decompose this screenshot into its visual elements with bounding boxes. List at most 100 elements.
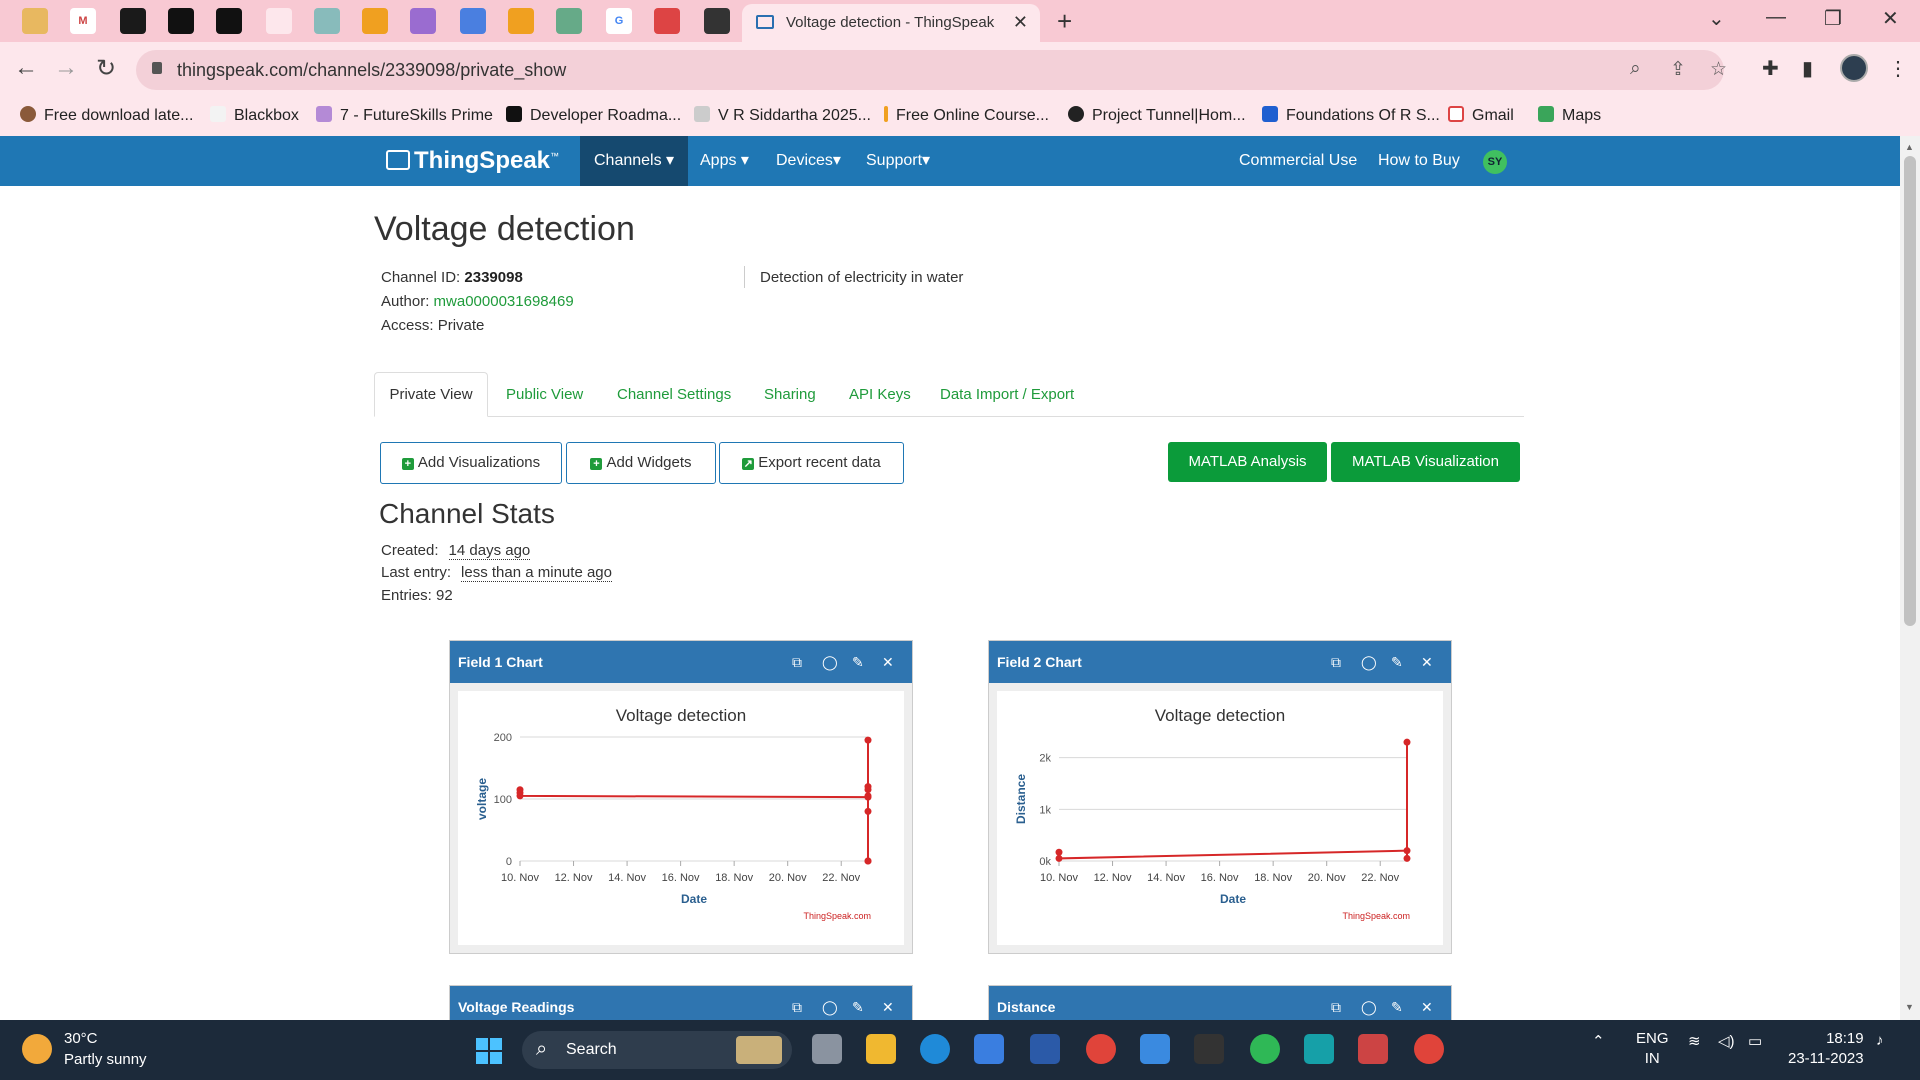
comment-icon[interactable]: ◯ xyxy=(822,641,838,683)
pinned-tab-icon[interactable] xyxy=(168,8,194,34)
nav-commercial-use[interactable]: Commercial Use xyxy=(1239,152,1357,170)
bookmark-item[interactable]: V R Siddartha 2025... xyxy=(694,106,871,125)
nav-channels[interactable]: Channels ▾ xyxy=(580,136,689,186)
volume-icon[interactable]: ◁) xyxy=(1718,1032,1735,1050)
pinned-tab-icon[interactable] xyxy=(266,8,292,34)
battery-icon[interactable]: ▭ xyxy=(1748,1032,1762,1050)
scrollbar-thumb[interactable] xyxy=(1904,156,1916,626)
tab-search-chevron-icon[interactable]: ⌄ xyxy=(1708,6,1725,31)
matlab-analysis-button[interactable]: MATLAB Analysis xyxy=(1168,442,1327,482)
bookmark-item[interactable]: Project Tunnel|Hom... xyxy=(1068,106,1246,125)
tray-chevron-icon[interactable]: ⌃ xyxy=(1592,1032,1605,1050)
tab-private-view[interactable]: Private View xyxy=(374,372,488,417)
close-window-button[interactable]: ✕ xyxy=(1882,6,1899,31)
minimize-button[interactable]: — xyxy=(1766,6,1786,29)
store-icon[interactable] xyxy=(974,1034,1004,1064)
nav-devices[interactable]: Devices▾ xyxy=(762,136,855,186)
pinned-tab-icon[interactable] xyxy=(216,8,242,34)
file-explorer-icon[interactable] xyxy=(866,1034,896,1064)
nav-how-to-buy[interactable]: How to Buy xyxy=(1378,152,1460,170)
comment-icon[interactable]: ◯ xyxy=(1361,641,1377,683)
bookmark-item[interactable]: Free Online Course... xyxy=(884,106,1049,125)
open-external-icon[interactable]: ⧉ xyxy=(1331,641,1341,683)
tab-channel-settings[interactable]: Channel Settings xyxy=(617,386,731,403)
share-icon[interactable]: ⇪ xyxy=(1670,58,1686,81)
bookmark-item[interactable]: Maps xyxy=(1538,106,1601,125)
tab-data-import-export[interactable]: Data Import / Export xyxy=(940,386,1074,403)
notepad-icon[interactable] xyxy=(1140,1034,1170,1064)
weather-sun-icon[interactable] xyxy=(22,1034,52,1064)
pinned-tab-icon[interactable] xyxy=(410,8,436,34)
nav-support[interactable]: Support▾ xyxy=(852,136,944,186)
new-tab-button[interactable]: + xyxy=(1057,6,1072,37)
pinned-tab-icon[interactable] xyxy=(120,8,146,34)
matlab-visualization-button[interactable]: MATLAB Visualization xyxy=(1331,442,1520,482)
pinned-tab-icon[interactable] xyxy=(362,8,388,34)
url-text[interactable]: thingspeak.com/channels/2339098/private_… xyxy=(177,60,566,81)
chrome-icon[interactable] xyxy=(1414,1034,1444,1064)
pinned-tab-icon[interactable] xyxy=(22,8,48,34)
nav-apps[interactable]: Apps ▾ xyxy=(686,136,763,186)
weather-description[interactable]: Partly sunny xyxy=(64,1051,147,1068)
bookmark-item[interactable]: Gmail xyxy=(1448,106,1514,125)
scroll-up-icon[interactable]: ▲ xyxy=(1905,142,1914,152)
export-recent-data-button[interactable]: ↗ Export recent data xyxy=(719,442,904,484)
terminal-icon[interactable] xyxy=(1194,1034,1224,1064)
clock[interactable]: 18:19 23-11-2023 xyxy=(1788,1029,1864,1069)
docs-tab-icon[interactable] xyxy=(460,8,486,34)
edit-pencil-icon[interactable]: ✎ xyxy=(1391,641,1403,683)
close-tab-icon[interactable]: ✕ xyxy=(1013,12,1028,33)
weather-temperature[interactable]: 30°C xyxy=(64,1030,98,1047)
bookmark-item[interactable]: Blackbox xyxy=(210,106,299,125)
side-panel-icon[interactable]: ▮ xyxy=(1802,56,1813,81)
gmail-tab-icon[interactable]: M xyxy=(70,8,96,34)
zoom-icon[interactable]: ⌕ xyxy=(1630,58,1641,80)
bookmark-star-icon[interactable]: ☆ xyxy=(1710,58,1727,81)
back-arrow-icon[interactable]: ← xyxy=(14,54,38,82)
tab-sharing[interactable]: Sharing xyxy=(764,386,816,403)
open-external-icon[interactable]: ⧉ xyxy=(792,641,802,683)
extensions-icon[interactable]: ✚ xyxy=(1762,56,1779,81)
close-icon[interactable]: ✕ xyxy=(882,641,894,683)
bookmark-item[interactable]: Free download late... xyxy=(20,106,193,125)
thingspeak-logo[interactable]: ThingSpeak™ xyxy=(386,147,559,175)
page-scrollbar[interactable]: ▲ ▼ xyxy=(1900,136,1920,1020)
pinned-tab-icon[interactable] xyxy=(704,8,730,34)
chrome-profile-icon[interactable] xyxy=(1086,1034,1116,1064)
notification-bell-icon[interactable]: ♪ xyxy=(1876,1032,1884,1049)
tab-public-view[interactable]: Public View xyxy=(506,386,583,403)
pinned-tab-icon[interactable] xyxy=(654,8,680,34)
user-avatar[interactable]: SY xyxy=(1483,150,1507,174)
restore-button[interactable]: ❐ xyxy=(1824,6,1842,31)
bookmark-item[interactable]: Foundations Of R S... xyxy=(1262,106,1440,125)
pinned-tab-icon[interactable] xyxy=(556,8,582,34)
bookmark-item[interactable]: Developer Roadma... xyxy=(506,106,681,125)
scroll-down-icon[interactable]: ▼ xyxy=(1905,1002,1914,1012)
arduino-icon[interactable] xyxy=(1304,1034,1334,1064)
edit-pencil-icon[interactable]: ✎ xyxy=(852,641,864,683)
profile-avatar[interactable] xyxy=(1840,54,1868,82)
wifi-icon[interactable]: ≋ xyxy=(1688,1032,1701,1050)
language-indicator[interactable]: ENG IN xyxy=(1636,1029,1669,1069)
menu-dots-icon[interactable]: ⋮ xyxy=(1888,56,1908,81)
task-view-icon[interactable] xyxy=(812,1034,842,1064)
windows-start-icon[interactable] xyxy=(476,1038,502,1064)
forward-arrow-icon[interactable]: → xyxy=(54,54,78,82)
active-tab[interactable]: Voltage detection - ThingSpeak ✕ xyxy=(742,4,1040,42)
reload-icon[interactable]: ↻ xyxy=(96,54,116,83)
whatsapp-icon[interactable] xyxy=(1250,1034,1280,1064)
taskbar-search[interactable]: ⌕ Search xyxy=(522,1031,792,1069)
address-bar[interactable]: thingspeak.com/channels/2339098/private_… xyxy=(136,50,1727,90)
snipping-tool-icon[interactable] xyxy=(1358,1034,1388,1064)
pinned-tab-icon[interactable] xyxy=(314,8,340,34)
author-link[interactable]: mwa0000031698469 xyxy=(434,293,574,310)
pinned-tab-icon[interactable] xyxy=(508,8,534,34)
word-icon[interactable] xyxy=(1030,1034,1060,1064)
close-icon[interactable]: ✕ xyxy=(1421,641,1433,683)
add-widgets-button[interactable]: + Add Widgets xyxy=(566,442,716,484)
edge-icon[interactable] xyxy=(920,1034,950,1064)
add-visualizations-button[interactable]: + Add Visualizations xyxy=(380,442,562,484)
tab-api-keys[interactable]: API Keys xyxy=(849,386,911,403)
google-tab-icon[interactable]: G xyxy=(606,8,632,34)
bookmark-item[interactable]: 7 - FutureSkills Prime xyxy=(316,106,493,125)
